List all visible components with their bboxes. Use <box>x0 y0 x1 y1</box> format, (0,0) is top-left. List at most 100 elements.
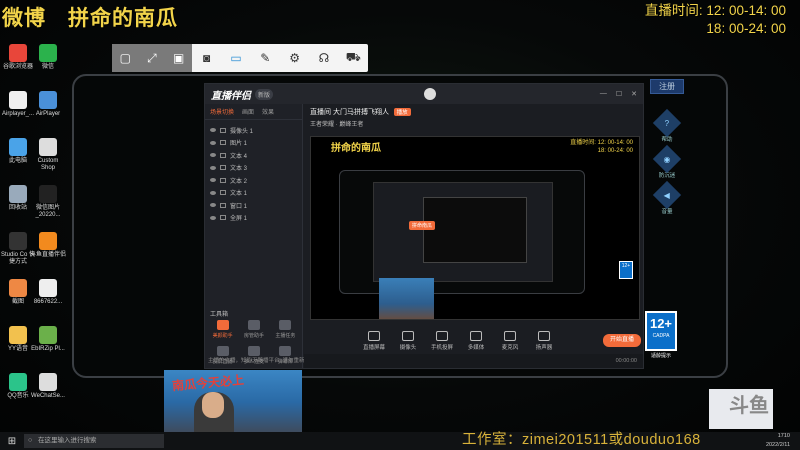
sidebar: 场景切换 画面 效果 摄像头 1 图片 1 文本 4 文本 3 文本 2 文本 1 窗口 1… <box>205 104 332 417</box>
tab-picture[interactable]: 画面 <box>242 107 254 116</box>
visibility-icon[interactable] <box>210 165 216 170</box>
tray-clock[interactable]: 1710 2022/2/11 <box>766 432 790 450</box>
maximize-button[interactable]: ☐ <box>616 90 622 98</box>
visibility-icon[interactable] <box>210 153 216 158</box>
visibility-icon[interactable] <box>210 203 216 208</box>
tray-time: 1710 <box>777 433 790 439</box>
app-icon <box>9 44 27 62</box>
bottom-tool[interactable]: 麦克风 <box>498 331 522 351</box>
desktop-icon-label: Custom Shop <box>37 158 59 171</box>
bottom-tool-icon <box>504 331 516 341</box>
taskbar-search[interactable]: 在这里输入进行搜索 <box>24 434 164 448</box>
bottom-tool[interactable]: 直播屏幕 <box>362 331 386 351</box>
user-avatar[interactable] <box>424 88 437 100</box>
desktop-icon[interactable]: 微信图片_20220... <box>30 185 66 219</box>
lock-icon[interactable] <box>220 177 226 183</box>
bottom-tool-label: 直播屏幕 <box>362 345 385 351</box>
age-rating-number: 12+ <box>649 316 673 331</box>
brand-logo: 斗鱼 <box>709 389 773 429</box>
pen-icon[interactable]: ✎ <box>254 47 276 69</box>
tool-icon <box>216 320 229 330</box>
lock-icon[interactable] <box>220 190 226 196</box>
visibility-icon[interactable] <box>210 178 216 183</box>
preview-age-text: 12+ <box>621 263 631 269</box>
desktop-icon[interactable]: EbIRZip Pl... <box>30 326 66 353</box>
desktop-icon[interactable]: WeChatSe... <box>30 373 66 400</box>
desktop-icon[interactable]: AirPlayer <box>30 91 66 118</box>
side-widget-icon[interactable]: ? <box>652 108 682 138</box>
app-icon <box>39 185 57 203</box>
app-icon <box>39 138 57 156</box>
bottom-tool-label: 扬声器 <box>535 345 553 351</box>
register-button[interactable]: 注册 <box>650 79 684 94</box>
windows-start-icon[interactable]: ⊞ <box>0 432 24 450</box>
window-controls: — ☐ ✕ <box>600 90 637 98</box>
screenshot-icon[interactable]: ▣ <box>168 47 190 69</box>
tool-label: 美颜助手 <box>212 333 233 339</box>
streaming-app-window: 直播伴侣 新版 — ☐ ✕ 场景切换 画面 效果 摄像头 1 图片 1 文本 4 文本… <box>204 83 644 417</box>
cart-icon[interactable]: ⛟ <box>342 47 364 69</box>
tab-effect[interactable]: 效果 <box>262 107 274 116</box>
app-icon <box>39 232 57 250</box>
desktop-icon[interactable]: 斗鱼直播伴侣 <box>30 232 66 259</box>
bottom-tool[interactable]: 扬声器 <box>532 331 556 351</box>
toolbox-item[interactable]: 房管助手 <box>238 320 269 339</box>
bottom-tool[interactable]: 摄像头 <box>396 331 420 351</box>
desktop-icon-label: AirPlayer <box>35 111 61 117</box>
desktop-icon[interactable]: 8667622... <box>30 279 66 306</box>
lock-icon[interactable] <box>220 127 226 133</box>
record-icon[interactable]: ▢ <box>114 47 136 69</box>
layer-label: 文本 2 <box>230 178 248 185</box>
close-button[interactable]: ✕ <box>631 90 637 98</box>
minimize-button[interactable]: — <box>600 90 607 98</box>
camera-icon[interactable]: ◙ <box>196 47 218 69</box>
toolbox-item[interactable]: 主播任务 <box>270 320 301 339</box>
side-widget-icon[interactable]: ◉ <box>652 144 682 174</box>
tool-icon <box>247 320 260 330</box>
visibility-icon[interactable] <box>210 140 216 145</box>
desktop-icon-label: 微信 <box>41 64 54 70</box>
lock-icon[interactable] <box>220 202 226 208</box>
lock-icon[interactable] <box>220 165 226 171</box>
bottom-tool-label: 摄像头 <box>399 345 417 351</box>
visibility-icon[interactable] <box>210 190 216 195</box>
layer-item[interactable]: 文本 1 <box>205 187 302 200</box>
layer-label: 图片 1 <box>230 141 248 148</box>
streamer-face <box>202 392 224 418</box>
schedule-time-1: 12: 00-14: 00 <box>706 3 786 18</box>
bottom-tool[interactable]: 手机投屏 <box>430 331 454 351</box>
layer-item[interactable]: 文本 3 <box>205 162 302 175</box>
app-icon <box>9 279 27 297</box>
title-left: 微博 <box>2 7 46 30</box>
layer-item[interactable]: 文本 4 <box>205 149 302 162</box>
start-stream-button[interactable]: 开始直播 <box>603 334 641 347</box>
toolbar-tools: ◙ ▭ ✎ ⚙ ☊ ⛟ <box>192 47 368 69</box>
layer-item[interactable]: 图片 1 <box>205 137 302 150</box>
preview-webcam <box>379 278 434 319</box>
screen-icon[interactable]: ▭ <box>225 47 247 69</box>
side-widget-icon[interactable]: ◀ <box>652 180 682 210</box>
layer-label: 窗口 1 <box>230 203 248 210</box>
desktop-icon[interactable]: Custom Shop <box>30 138 66 172</box>
layer-item[interactable]: 摄像头 1 <box>205 124 302 137</box>
room-badge[interactable]: 播放 <box>393 108 411 116</box>
desktop-icon[interactable]: 微信 <box>30 44 66 71</box>
bottom-tool[interactable]: 多媒体 <box>464 331 488 351</box>
settings-icon[interactable]: ⚙ <box>284 47 306 69</box>
toolbox-item[interactable]: 美颜助手 <box>207 320 238 339</box>
tab-scene[interactable]: 场景切换 <box>210 107 234 116</box>
visibility-icon[interactable] <box>210 215 216 220</box>
layer-item[interactable]: 全屏 1 <box>205 212 302 225</box>
lock-icon[interactable] <box>220 215 226 221</box>
bottom-tool-icon <box>538 331 550 341</box>
layer-label: 文本 3 <box>230 166 248 173</box>
layer-item[interactable]: 文本 2 <box>205 174 302 187</box>
crop-icon[interactable]: ⤢ <box>141 47 163 69</box>
desktop-icon-label: WeChatSe... <box>31 393 65 399</box>
layer-item[interactable]: 窗口 1 <box>205 199 302 212</box>
lock-icon[interactable] <box>220 152 226 158</box>
headset-icon[interactable]: ☊ <box>313 47 335 69</box>
app-icon <box>39 44 57 62</box>
lock-icon[interactable] <box>220 140 226 146</box>
visibility-icon[interactable] <box>210 128 216 133</box>
